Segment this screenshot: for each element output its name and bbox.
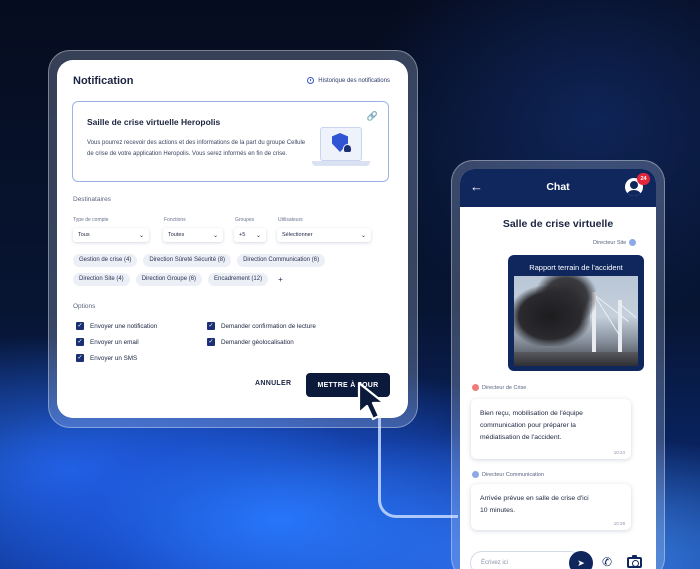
sender-name: Directeur Communication (482, 471, 545, 478)
report-title: Rapport terrain de l'accident (529, 263, 623, 272)
chevron-down-icon: ⌄ (212, 232, 218, 239)
laptop-shield-illustration (312, 127, 370, 171)
option-label: Demander confirmation de lecture (221, 322, 316, 330)
link-icon[interactable]: 🔗 (367, 111, 378, 122)
recipient-chips: Gestion de crise (4) Direction Sûreté Sé… (73, 254, 383, 286)
checkbox-checked-icon[interactable]: ✓ (207, 338, 215, 346)
checkbox-checked-icon[interactable]: ✓ (76, 338, 84, 346)
mouse-cursor-icon (357, 381, 386, 421)
crisis-room-title: Saille de crise virtuelle Heropolis (87, 117, 221, 127)
groups-label: Groupes (235, 217, 255, 223)
sender-site-director: Directeur Site (593, 239, 637, 246)
users-label: Utilisateurs (278, 217, 303, 223)
checkbox-checked-icon[interactable]: ✓ (76, 322, 84, 330)
message-line: communication pour préparer la (480, 422, 576, 429)
functions-value: Toutes (168, 232, 185, 238)
users-value: Sélectionner (282, 232, 313, 238)
message-line: Arrivée prévue en salle de crise d'ici (480, 495, 589, 502)
functions-select[interactable]: Toutes ⌄ (163, 228, 223, 242)
message-line: médiatisation de l'accident. (480, 434, 562, 441)
message-input[interactable]: Écrivez ici (470, 551, 582, 569)
accident-photo[interactable] (514, 276, 638, 366)
camera-icon[interactable] (627, 555, 642, 568)
option-send-sms[interactable]: ✓ Envoyer un SMS (76, 354, 137, 362)
options-label: Options (73, 303, 96, 310)
option-send-notification[interactable]: ✓ Envoyer une notification (76, 322, 157, 330)
crisis-room-card: Saille de crise virtuelle Heropolis Vous… (72, 101, 389, 182)
message-bubble: Bien reçu, mobilisation de l'équipe comm… (471, 399, 631, 459)
sender-avatar-icon (629, 239, 637, 246)
option-label: Envoyer une notification (90, 322, 158, 330)
phone-icon[interactable]: ✆ (602, 555, 612, 569)
chip-management[interactable]: Encadrement (12) (208, 273, 269, 286)
room-title: Salle de crise virtuelle (502, 218, 614, 230)
chip-communication-direction[interactable]: Direction Communication (6) (237, 254, 326, 267)
sender-avatar-icon (472, 471, 479, 478)
user-icon (343, 144, 352, 153)
history-link-label: Historique des notifications (318, 77, 390, 84)
account-type-label: Type de compte (73, 217, 109, 223)
message-line: 10 minutes. (480, 507, 516, 514)
users-select[interactable]: Sélectionner ⌄ (277, 228, 371, 242)
message-time: 10:28 (613, 521, 625, 526)
chat-header: ← Chat 24 (460, 169, 656, 207)
connector-line (378, 418, 458, 518)
message-bubble: Arrivée prévue en salle de crise d'ici 1… (471, 484, 631, 530)
cancel-button[interactable]: ANNULER (255, 380, 291, 387)
chevron-down-icon: ⌄ (255, 232, 261, 239)
account-type-value: Tous (78, 232, 90, 238)
groups-select[interactable]: +5 ⌄ (234, 228, 266, 242)
notification-panel: Notification Historique des notification… (57, 60, 408, 418)
option-geolocation[interactable]: ✓ Demander géolocalisation (207, 338, 294, 346)
chip-crisis-management[interactable]: Gestion de crise (4) (73, 254, 138, 267)
sender-name: Directeur Site (593, 239, 627, 246)
option-label: Demander géolocalisation (221, 338, 294, 346)
chip-security-direction[interactable]: Direction Sûreté Sécurité (8) (143, 254, 232, 267)
groups-value: +5 (239, 232, 246, 238)
chevron-down-icon: ⌄ (138, 232, 144, 239)
account-type-select[interactable]: Tous ⌄ (73, 228, 149, 242)
crisis-room-description: Vous pourrez recevoir des actions et des… (87, 140, 306, 157)
notification-title: Notification (73, 75, 134, 87)
chip-site-direction[interactable]: Direction Site (4) (73, 273, 130, 286)
recipients-label: Destinataires (73, 196, 111, 203)
add-chip-button[interactable]: + (274, 273, 287, 286)
option-label: Envoyer un SMS (90, 354, 138, 362)
option-read-confirmation[interactable]: ✓ Demander confirmation de lecture (207, 322, 316, 330)
sender-avatar-icon (472, 384, 479, 391)
chip-group-direction[interactable]: Direction Groupe (6) (135, 273, 203, 286)
message-time: 10:24 (613, 450, 625, 455)
history-link[interactable]: Historique des notifications (307, 77, 390, 84)
chevron-down-icon: ⌄ (360, 232, 366, 239)
checkbox-checked-icon[interactable]: ✓ (207, 322, 215, 330)
chat-phone: ← Chat 24 Salle de crise virtuelle Direc… (460, 169, 656, 569)
sender-communication-director: Directeur Communication (472, 471, 544, 478)
report-message[interactable]: Rapport terrain de l'accident (508, 255, 644, 371)
clock-icon (307, 77, 315, 84)
sender-name: Directeur de Crise (482, 384, 527, 391)
option-label: Envoyer un email (90, 338, 139, 346)
notification-badge: 24 (637, 173, 650, 185)
message-line: Bien reçu, mobilisation de l'équipe (480, 410, 583, 417)
checkbox-checked-icon[interactable]: ✓ (76, 354, 84, 362)
functions-label: Fonctions (164, 217, 186, 223)
send-icon[interactable]: ➤ (569, 551, 593, 569)
option-send-email[interactable]: ✓ Envoyer un email (76, 338, 139, 346)
sender-crisis-director: Directeur de Crise (472, 384, 526, 391)
